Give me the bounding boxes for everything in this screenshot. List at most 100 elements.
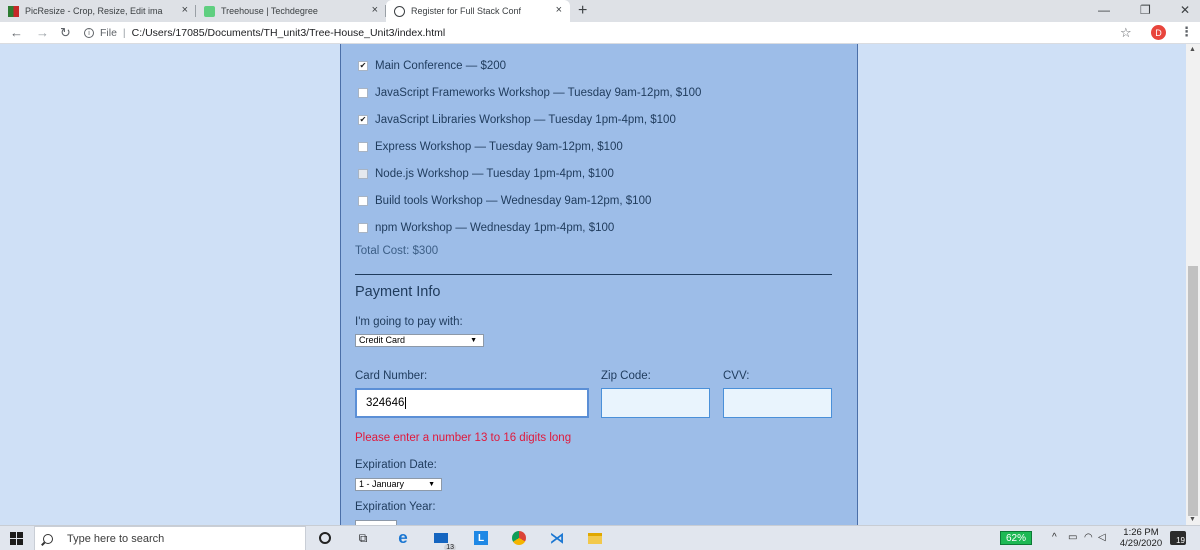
activity-checkbox-row[interactable]: Express Workshop — Tuesday 9am-12pm, $10… — [358, 139, 623, 155]
tab-title: Treehouse | Techdegree — [221, 6, 318, 16]
text-caret — [405, 396, 407, 409]
page-scrollbar[interactable]: ▲ ▼ — [1186, 44, 1200, 525]
payment-method-value: Credit Card — [359, 335, 406, 345]
card-number-input[interactable]: 324646 — [355, 388, 589, 418]
back-icon[interactable]: ← — [10, 25, 23, 41]
cortana-icon[interactable] — [316, 529, 334, 547]
scrollbar-thumb[interactable] — [1188, 266, 1198, 516]
window-close-button[interactable]: ✕ — [1180, 3, 1190, 17]
expiration-date-label: Expiration Date: — [355, 459, 437, 471]
notification-center-icon[interactable]: 19 — [1170, 531, 1186, 545]
tab-title: PicResize - Crop, Resize, Edit ima — [25, 6, 163, 16]
activity-checkbox-row[interactable]: npm Workshop — Wednesday 1pm-4pm, $100 — [358, 220, 614, 236]
payment-info-heading: Payment Info — [355, 284, 441, 300]
activity-label: JavaScript Libraries Workshop — Tuesday … — [375, 114, 676, 126]
picresize-favicon — [8, 5, 19, 17]
lumen-app-icon[interactable]: L — [472, 529, 490, 547]
taskbar-clock[interactable]: 1:26 PM 4/29/2020 — [1112, 527, 1170, 549]
scroll-down-icon[interactable]: ▼ — [1189, 516, 1196, 523]
activity-checkbox-row[interactable]: JavaScript Frameworks Workshop — Tuesday… — [358, 85, 701, 101]
maximize-button[interactable]: ❐ — [1140, 3, 1151, 17]
clock-date: 4/29/2020 — [1119, 538, 1163, 549]
form-panel: ✔ Main Conference — $200 JavaScript Framew… — [340, 44, 858, 525]
tab-title: Register for Full Stack Conf — [411, 6, 522, 16]
activity-checkbox-row[interactable]: ✔ Main Conference — $200 — [358, 58, 506, 74]
wifi-icon[interactable]: ◠ — [1084, 532, 1093, 543]
payment-method-select[interactable]: Credit Card ▼ — [355, 334, 484, 347]
expiration-month-value: 1 - January — [359, 479, 405, 489]
checkbox[interactable] — [358, 88, 368, 98]
windows-taskbar: Type here to search ⧉ e 13 L ⋊ 62% ^ ▭ ◠… — [0, 525, 1200, 550]
scroll-up-icon[interactable]: ▲ — [1189, 46, 1196, 53]
tab-strip: PicResize - Crop, Resize, Edit ima × Tre… — [0, 0, 1200, 22]
edge-icon[interactable]: e — [394, 528, 412, 547]
file-explorer-icon[interactable] — [586, 529, 604, 547]
menu-icon[interactable]: ⋮ — [1180, 24, 1193, 40]
activity-label: Node.js Workshop — Tuesday 1pm-4pm, $100 — [375, 168, 614, 180]
activity-label: npm Workshop — Wednesday 1pm-4pm, $100 — [375, 222, 615, 234]
vscode-icon[interactable]: ⋊ — [548, 529, 566, 547]
address-separator: | — [122, 27, 126, 39]
new-tab-button[interactable]: + — [578, 2, 587, 20]
chevron-down-icon: ▼ — [428, 481, 435, 488]
battery-indicator[interactable]: 62% — [1000, 531, 1032, 545]
minimize-button[interactable]: — — [1098, 3, 1110, 17]
activity-label: Main Conference — $200 — [375, 60, 507, 72]
zip-code-label: Zip Code: — [601, 370, 651, 382]
chevron-down-icon: ▼ — [470, 337, 477, 344]
checked-checkbox[interactable]: ✔ — [358, 61, 368, 71]
taskbar-search-placeholder: Type here to search — [67, 532, 165, 545]
activity-label: Express Workshop — Tuesday 9am-12pm, $10… — [375, 141, 623, 153]
task-view-icon[interactable]: ⧉ — [354, 529, 372, 547]
bookmark-star-icon[interactable]: ☆ — [1120, 25, 1132, 41]
activity-label: Build tools Workshop — Wednesday 9am-12p… — [375, 195, 652, 207]
close-icon[interactable]: × — [182, 5, 188, 16]
taskbar-search-input[interactable]: Type here to search — [34, 526, 306, 550]
reload-icon[interactable]: ↻ — [60, 25, 71, 41]
info-icon[interactable]: i — [84, 28, 94, 38]
globe-favicon — [394, 5, 405, 17]
activity-label: JavaScript Frameworks Workshop — Tuesday… — [375, 87, 702, 99]
activity-checkbox-row[interactable]: Node.js Workshop — Tuesday 1pm-4pm, $100 — [358, 166, 614, 182]
expiration-month-select[interactable]: 1 - January ▼ — [355, 478, 442, 491]
checkbox[interactable] — [358, 223, 368, 233]
address-protocol: File — [100, 27, 117, 39]
tab-treehouse[interactable]: Treehouse | Techdegree × — [196, 0, 386, 22]
battery-icon[interactable]: ▭ — [1068, 532, 1077, 543]
treehouse-favicon — [204, 5, 215, 17]
mail-icon[interactable]: 13 — [432, 529, 456, 550]
close-icon[interactable]: × — [372, 5, 378, 16]
tab-picresize[interactable]: PicResize - Crop, Resize, Edit ima × — [0, 0, 196, 22]
tab-register[interactable]: Register for Full Stack Conf × — [386, 0, 570, 22]
address-url[interactable]: C:/Users/17085/Documents/TH_unit3/Tree-H… — [132, 27, 446, 39]
activity-checkbox-row[interactable]: Build tools Workshop — Wednesday 9am-12p… — [358, 193, 651, 209]
page-viewport: ✔ Main Conference — $200 JavaScript Framew… — [0, 44, 1186, 525]
clock-time: 1:26 PM — [1123, 527, 1159, 538]
volume-icon[interactable]: ◁ — [1098, 532, 1106, 543]
browser-toolbar: ← → ↻ i File | C:/Users/17085/Documents/… — [0, 22, 1200, 44]
card-number-error: Please enter a number 13 to 16 digits lo… — [355, 432, 572, 444]
mail-badge: 13 — [444, 544, 456, 550]
expiration-year-label: Expiration Year: — [355, 501, 436, 513]
windows-start-icon[interactable] — [10, 532, 23, 545]
checked-checkbox[interactable]: ✔ — [358, 115, 368, 125]
checkbox[interactable] — [358, 196, 368, 206]
forward-icon[interactable]: → — [36, 25, 49, 41]
cvv-label: CVV: — [723, 370, 750, 382]
section-divider — [355, 274, 832, 275]
payment-method-label: I'm going to pay with: — [355, 316, 463, 328]
cvv-input[interactable] — [723, 388, 832, 418]
zip-code-input[interactable] — [601, 388, 710, 418]
card-number-value: 324646 — [366, 397, 405, 409]
activity-checkbox-row[interactable]: ✔ JavaScript Libraries Workshop — Tuesday… — [358, 112, 676, 128]
checkbox[interactable] — [358, 169, 368, 179]
address-bar[interactable]: i File | C:/Users/17085/Documents/TH_uni… — [84, 24, 1154, 42]
search-icon — [43, 533, 53, 544]
chevron-up-icon[interactable]: ^ — [1052, 532, 1057, 543]
chrome-icon[interactable] — [510, 529, 528, 547]
close-icon[interactable]: × — [556, 5, 562, 16]
total-cost: Total Cost: $300 — [355, 245, 439, 257]
card-number-label: Card Number: — [355, 370, 428, 382]
checkbox[interactable] — [358, 142, 368, 152]
profile-avatar[interactable]: D — [1151, 25, 1166, 40]
